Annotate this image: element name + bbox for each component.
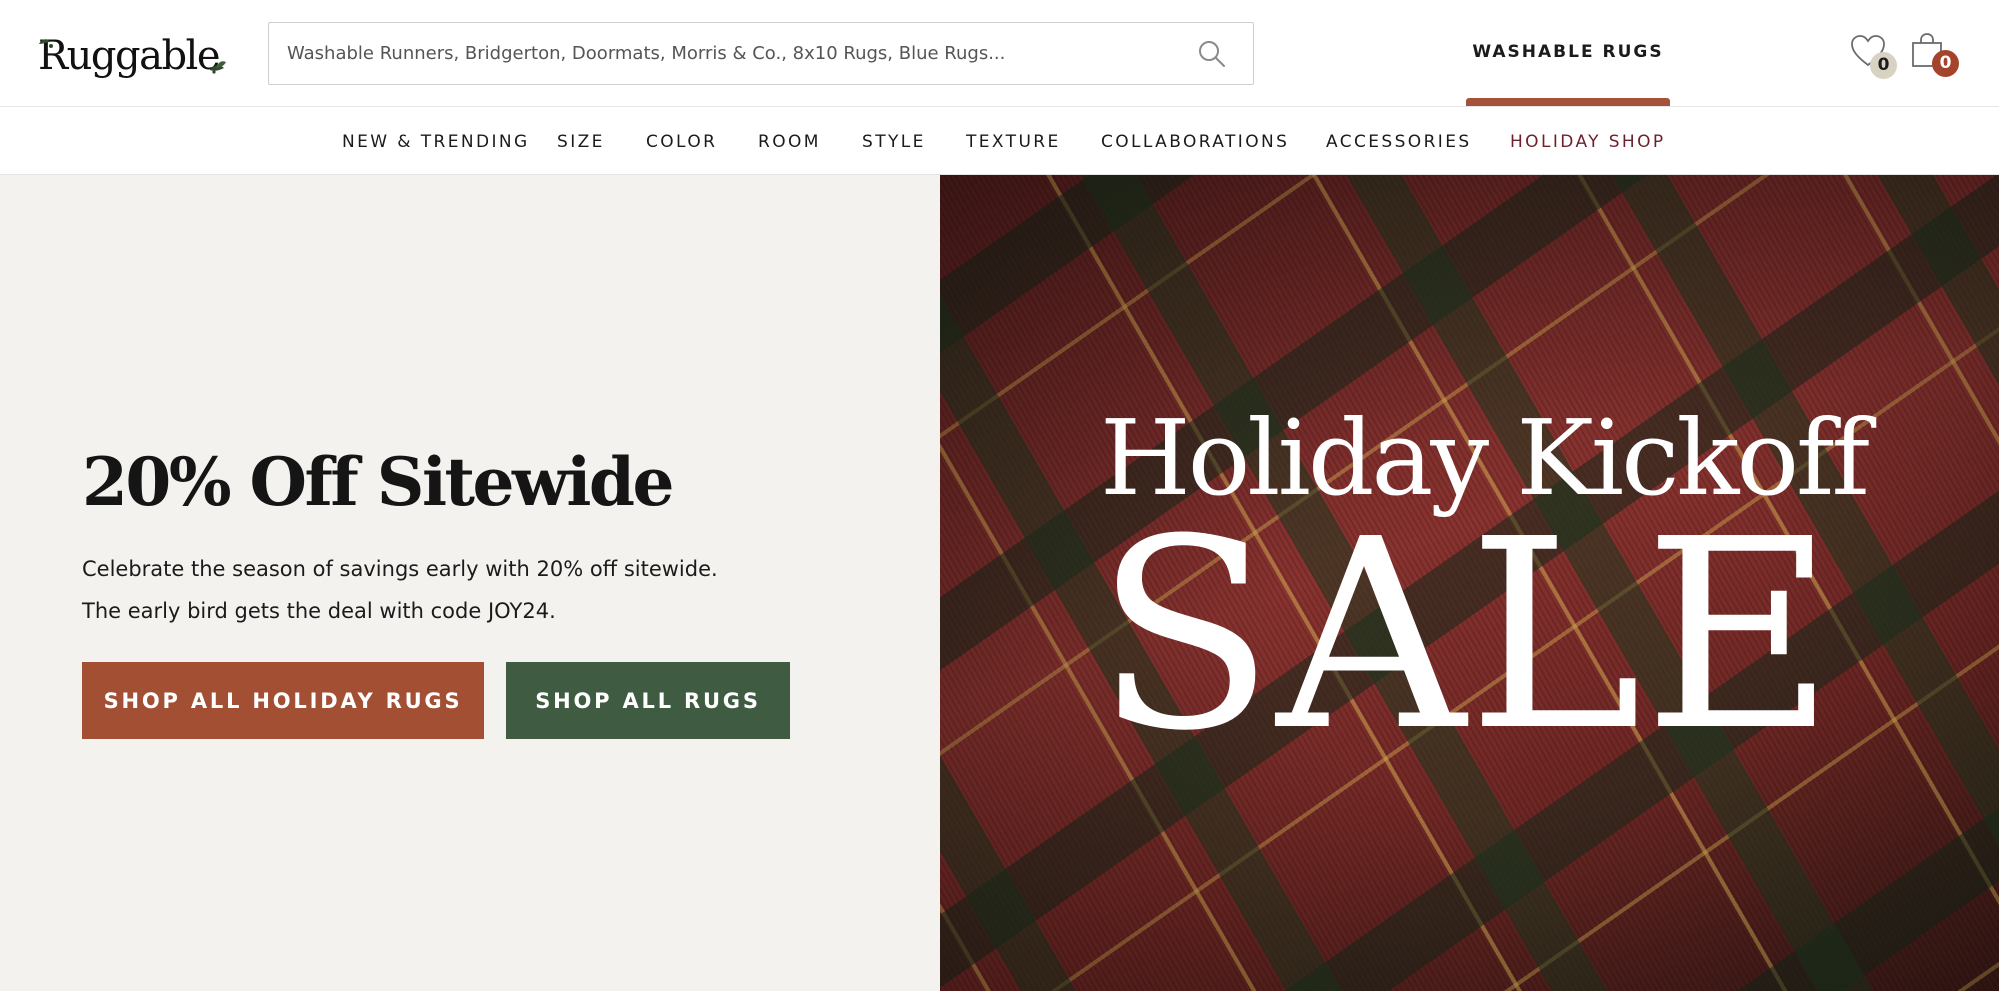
nav-item-style[interactable]: STYLE [862, 132, 926, 152]
nav-item-texture[interactable]: TEXTURE [966, 132, 1061, 152]
wishlist-count-badge: 0 [1870, 52, 1897, 79]
cart-button[interactable]: 0 [1910, 32, 1960, 82]
shop-all-holiday-rugs-button[interactable]: SHOP ALL HOLIDAY RUGS [82, 662, 484, 739]
logo-wordmark: Ruggable [38, 33, 221, 79]
holly-sprig-icon [39, 39, 53, 48]
nav-item-color[interactable]: COLOR [646, 132, 717, 152]
search-bar[interactable] [268, 22, 1254, 85]
hero-headline: 20% Off Sitewide [82, 443, 675, 521]
hero-subline-2: The early bird gets the deal with code J… [82, 599, 556, 623]
nav-item-holiday-shop[interactable]: HOLIDAY SHOP [1510, 132, 1666, 152]
active-tab-indicator [1466, 98, 1670, 106]
nav-item-collaborations[interactable]: COLLABORATIONS [1101, 132, 1289, 152]
search-input[interactable] [287, 43, 1167, 64]
wishlist-button[interactable]: 0 [1850, 34, 1897, 80]
nav-item-accessories[interactable]: ACCESSORIES [1326, 132, 1472, 152]
shop-all-rugs-button[interactable]: SHOP ALL RUGS [506, 662, 790, 739]
hero-subline-1: Celebrate the season of savings early wi… [82, 557, 718, 581]
nav-item-new-trending[interactable]: NEW & TRENDING [342, 132, 530, 152]
holly-sprig-icon [210, 61, 226, 74]
banner-sale-text: SALE [1095, 483, 1837, 788]
search-icon[interactable] [1197, 39, 1227, 69]
ruggable-logo[interactable]: Ruggable [38, 30, 226, 82]
tab-washable-rugs-label: WASHABLE RUGS [1472, 42, 1664, 62]
tab-washable-rugs[interactable]: WASHABLE RUGS [1466, 0, 1670, 106]
site-header: Ruggable WASHABLE RUGS 0 0 [0, 0, 1999, 107]
hero-promo-panel: 20% Off Sitewide Celebrate the season of… [0, 175, 940, 991]
hero-banner-image[interactable]: Holiday Kickoff SALE [940, 175, 1999, 991]
category-nav: NEW & TRENDING SIZE COLOR ROOM STYLE TEX… [0, 107, 1999, 175]
cart-count-badge: 0 [1932, 50, 1959, 77]
nav-item-room[interactable]: ROOM [758, 132, 821, 152]
nav-item-size[interactable]: SIZE [557, 132, 605, 152]
